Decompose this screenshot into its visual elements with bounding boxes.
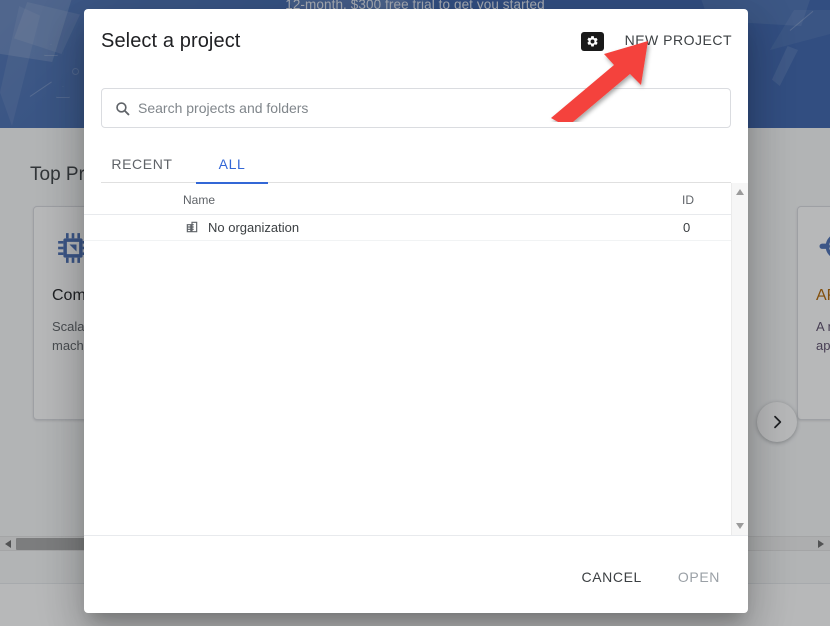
search-field[interactable] bbox=[101, 88, 731, 128]
project-list: No organization 0 bbox=[84, 215, 731, 515]
select-project-dialog: Select a project NEW PROJECT RECENT ALL bbox=[84, 9, 748, 613]
organization-building-icon bbox=[185, 220, 199, 239]
scroll-up-arrow-icon[interactable] bbox=[736, 189, 744, 195]
search-icon bbox=[102, 100, 138, 117]
dialog-vertical-scrollbar[interactable] bbox=[731, 183, 748, 535]
dialog-divider bbox=[84, 535, 748, 536]
project-row-id: 0 bbox=[683, 220, 691, 235]
column-header-id: ID bbox=[682, 193, 694, 207]
column-header-name: Name bbox=[183, 193, 216, 207]
gear-icon bbox=[581, 32, 604, 51]
dialog-actions: CANCEL OPEN bbox=[568, 560, 734, 594]
tab-all[interactable]: ALL bbox=[196, 145, 268, 184]
building-glyph-icon bbox=[186, 221, 198, 233]
dialog-header: Select a project NEW PROJECT bbox=[84, 9, 748, 81]
new-project-button[interactable]: NEW PROJECT bbox=[625, 32, 732, 48]
table-header: Name ID bbox=[84, 183, 731, 215]
cancel-button[interactable]: CANCEL bbox=[568, 560, 656, 594]
screen: 12-month, $300 free trial to get you sta… bbox=[0, 0, 830, 626]
tab-recent[interactable]: RECENT bbox=[101, 145, 183, 183]
table-row[interactable]: No organization 0 bbox=[84, 215, 731, 241]
dialog-title: Select a project bbox=[101, 30, 241, 52]
search-input[interactable] bbox=[138, 100, 730, 116]
scroll-down-arrow-icon[interactable] bbox=[736, 523, 744, 529]
project-row-name: No organization bbox=[208, 220, 300, 235]
gear-glyph-icon bbox=[587, 36, 598, 47]
open-button: OPEN bbox=[664, 560, 734, 594]
project-scope-tabs: RECENT ALL bbox=[101, 145, 731, 184]
magnifier-glyph-icon bbox=[115, 101, 129, 115]
